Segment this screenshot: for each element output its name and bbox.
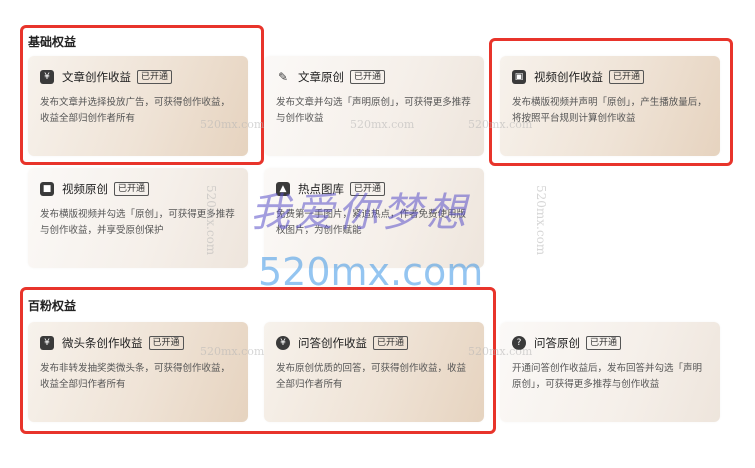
card-description: 发布文章并勾选「声明原创」，可获得更多推荐与创作收益 [276, 97, 471, 124]
pen-icon: ✎ [277, 70, 289, 84]
card-title: 问答原创 [534, 336, 580, 350]
video-camera-icon: ■ [40, 182, 54, 196]
card-article-original[interactable]: ✎ 文章原创 已开通 发布文章并勾选「声明原创」，可获得更多推荐与创作收益 [264, 56, 484, 156]
card-hot-gallery[interactable]: ▲ 热点图库 已开通 免费第一手图片，紧追热点，作者免费使用版权图片，为创作赋能 [264, 168, 484, 268]
highlight-box-fans [20, 287, 496, 434]
status-badge: 已开通 [350, 182, 386, 196]
card-description: 免费第一手图片，紧追热点，作者免费使用版权图片，为创作赋能 [276, 209, 467, 236]
status-badge: 已开通 [114, 182, 150, 196]
card-title: 热点图库 [298, 182, 344, 196]
card-title: 文章原创 [298, 70, 344, 84]
highlight-box-basic [20, 25, 264, 165]
card-title: 视频原创 [62, 182, 108, 196]
image-icon: ▲ [276, 182, 290, 196]
watermark-text-vertical: 520mx.com [534, 185, 548, 256]
card-description: 发布横版视频并勾选「原创」，可获得更多推荐与创作收益，并享受原创保护 [40, 209, 235, 236]
card-video-original[interactable]: ■ 视频原创 已开通 发布横版视频并勾选「原创」，可获得更多推荐与创作收益，并享… [28, 168, 248, 268]
question-circle-icon: ? [512, 336, 526, 350]
highlight-box-video [489, 38, 733, 166]
card-description: 开通问答创作收益后，发布回答并勾选「声明原创」，可获得更多推荐与创作收益 [512, 363, 703, 390]
status-badge: 已开通 [350, 70, 386, 84]
card-qa-original[interactable]: ? 问答原创 已开通 开通问答创作收益后，发布回答并勾选「声明原创」，可获得更多… [500, 322, 720, 422]
status-badge: 已开通 [586, 336, 622, 350]
